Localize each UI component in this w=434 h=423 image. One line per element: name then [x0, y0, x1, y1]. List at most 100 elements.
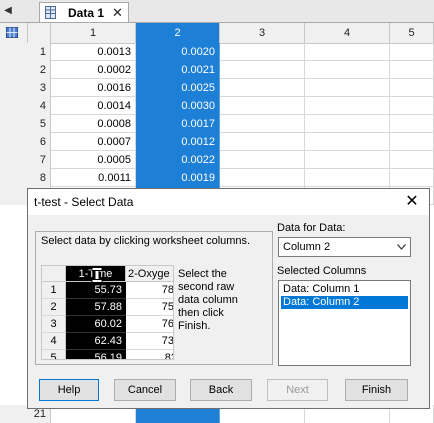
cell-col5[interactable]: [390, 151, 434, 169]
preview-row: 5 56.19 82: [42, 350, 173, 359]
cell-col2[interactable]: 0.0020: [136, 43, 220, 61]
cell-col5[interactable]: [390, 79, 434, 97]
column-select-cursor-icon: [91, 267, 103, 283]
column-header-2[interactable]: 2: [136, 23, 220, 43]
cell-col2[interactable]: 0.0022: [136, 151, 220, 169]
row-number[interactable]: 7: [0, 151, 51, 169]
table-row: 7 0.0005 0.0022: [0, 151, 434, 169]
preview-cell-2: 73.: [126, 333, 173, 350]
data-for-label: Data for Data:: [277, 222, 346, 234]
table-row: 8 0.0011 0.0019: [0, 169, 434, 187]
column-header-4[interactable]: 4: [305, 23, 390, 43]
cell-col1[interactable]: 0.0013: [51, 43, 136, 61]
table-row: 2 0.0002 0.0021: [0, 61, 434, 79]
cell-col5[interactable]: [390, 115, 434, 133]
preview-row: 1 55.73 78.: [42, 282, 173, 299]
cell-col3[interactable]: [220, 151, 305, 169]
cell-col5[interactable]: [390, 169, 434, 187]
preview-cell-2: 75.: [126, 299, 173, 316]
preview-cell-1: 62.43: [66, 333, 126, 350]
cell-col4[interactable]: [305, 61, 390, 79]
selected-columns-list[interactable]: Data: Column 1 Data: Column 2: [278, 280, 411, 366]
preview-row-number: 2: [42, 299, 66, 316]
cell-col2[interactable]: 0.0025: [136, 79, 220, 97]
column-header-1[interactable]: 1: [51, 23, 136, 43]
preview-row-number: 5: [42, 350, 66, 359]
cell-col1[interactable]: 0.0002: [51, 61, 136, 79]
row-number[interactable]: 3: [0, 79, 51, 97]
tab-data-1[interactable]: Data 1 ✕: [39, 2, 129, 22]
next-button[interactable]: Next: [267, 379, 328, 401]
back-button[interactable]: Back: [190, 379, 252, 401]
row-number-header-spacer: [28, 23, 51, 43]
cell-col4[interactable]: [305, 151, 390, 169]
cell-col5[interactable]: [390, 133, 434, 151]
cell-col2[interactable]: 0.0017: [136, 115, 220, 133]
data-for-dropdown[interactable]: Column 2: [278, 237, 411, 257]
help-button[interactable]: Help: [39, 379, 99, 401]
preview-cell-1: 55.73: [66, 282, 126, 299]
grid-icon: [6, 27, 18, 38]
finish-button[interactable]: Finish: [345, 379, 408, 401]
cell-col4[interactable]: [305, 115, 390, 133]
tab-bar: ◀ Data 1 ✕: [0, 0, 434, 23]
cell-col3[interactable]: [220, 97, 305, 115]
dialog-titlebar[interactable]: t-test - Select Data ✕: [28, 189, 429, 215]
cell-col2[interactable]: 0.0019: [136, 169, 220, 187]
cell-col3[interactable]: [220, 169, 305, 187]
cell-col3[interactable]: [220, 43, 305, 61]
instruction-side-note: Select the second raw data column then c…: [178, 268, 238, 332]
row-number[interactable]: 8: [0, 169, 51, 187]
column-header-row: 1 2 3 4 5: [0, 23, 434, 44]
cell-col1[interactable]: 0.0016: [51, 79, 136, 97]
example-worksheet-preview: 1-Time 2-Oxyge 1 55.73 78. 2 57.88 75. 3…: [41, 265, 174, 360]
cell-col2[interactable]: 0.0012: [136, 133, 220, 151]
cell-col4[interactable]: [305, 79, 390, 97]
list-item[interactable]: Data: Column 2: [281, 296, 408, 309]
cell-col3[interactable]: [220, 61, 305, 79]
cell-col2[interactable]: 0.0030: [136, 97, 220, 115]
cell-col4[interactable]: [305, 97, 390, 115]
preview-cell-2: 76.: [126, 316, 173, 333]
row-number[interactable]: 2: [0, 61, 51, 79]
cell-col3[interactable]: [220, 79, 305, 97]
preview-row: 2 57.88 75.: [42, 299, 173, 316]
cell-col5[interactable]: [390, 61, 434, 79]
row-number[interactable]: 5: [0, 115, 51, 133]
tab-label: Data 1: [68, 6, 105, 20]
preview-row: 3 60.02 76.: [42, 316, 173, 333]
instruction-text: Select data by clicking worksheet column…: [41, 235, 251, 247]
table-row: 1 0.0013 0.0020: [0, 43, 434, 61]
cell-col1[interactable]: 0.0007: [51, 133, 136, 151]
row-number[interactable]: 6: [0, 133, 51, 151]
select-all-corner[interactable]: [0, 23, 28, 43]
cell-col4[interactable]: [305, 169, 390, 187]
cell-col1[interactable]: 0.0008: [51, 115, 136, 133]
cancel-button[interactable]: Cancel: [114, 379, 176, 401]
table-row: 6 0.0007 0.0012: [0, 133, 434, 151]
cell-col1[interactable]: 0.0011: [51, 169, 136, 187]
cell-col5[interactable]: [390, 43, 434, 61]
cell-col5[interactable]: [390, 97, 434, 115]
select-data-dialog: t-test - Select Data ✕ Select data by cl…: [27, 188, 430, 409]
cell-col1[interactable]: 0.0014: [51, 97, 136, 115]
row-number[interactable]: 4: [0, 97, 51, 115]
table-row: 4 0.0014 0.0030: [0, 97, 434, 115]
cell-col4[interactable]: [305, 43, 390, 61]
column-header-3[interactable]: 3: [220, 23, 305, 43]
preview-cell-2: 82: [126, 350, 173, 359]
cell-col3[interactable]: [220, 133, 305, 151]
preview-row-number: 4: [42, 333, 66, 350]
instruction-panel: Select data by clicking worksheet column…: [35, 231, 273, 365]
cell-col1[interactable]: 0.0005: [51, 151, 136, 169]
cell-col3[interactable]: [220, 115, 305, 133]
table-row: 5 0.0008 0.0017: [0, 115, 434, 133]
close-icon[interactable]: ✕: [402, 192, 422, 212]
cell-col2[interactable]: 0.0021: [136, 61, 220, 79]
column-header-5[interactable]: 5: [390, 23, 434, 43]
row-number[interactable]: 1: [0, 43, 51, 61]
cell-col4[interactable]: [305, 133, 390, 151]
tab-scroll-left-icon[interactable]: ◀: [2, 4, 14, 18]
list-item[interactable]: Data: Column 1: [281, 283, 408, 296]
tab-close-icon[interactable]: ✕: [112, 5, 123, 21]
